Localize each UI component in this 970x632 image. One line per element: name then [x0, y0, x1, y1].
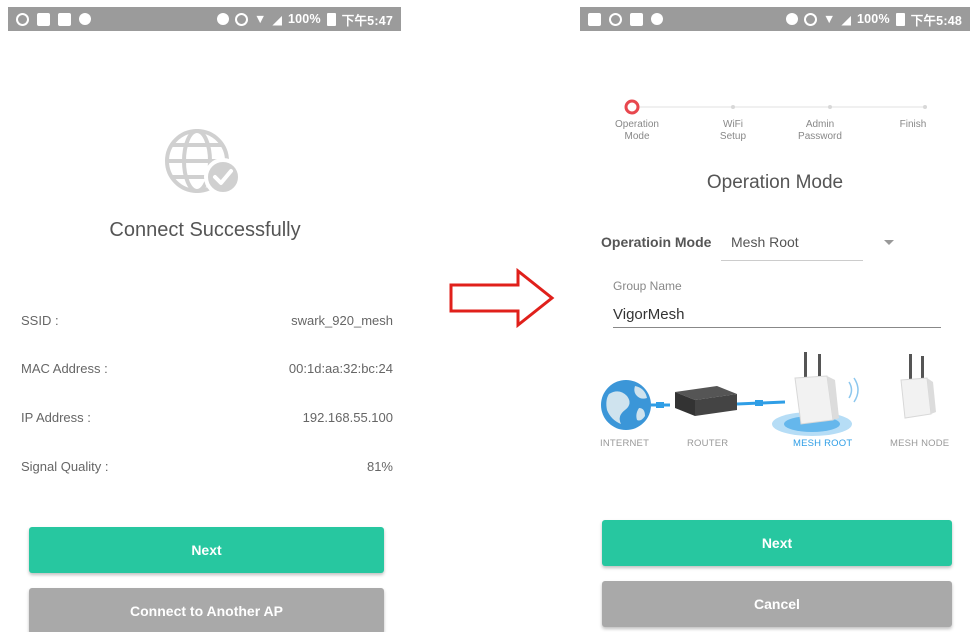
phone-screen-operation-mode: ▼ ◢ 100% 下午5:48 Operation Mode WiFi Setup …	[580, 0, 970, 632]
status-time: 下午5:47	[341, 13, 393, 28]
operation-mode-select[interactable]: Mesh Root	[731, 234, 799, 250]
connect-another-ap-button[interactable]: Connect to Another AP	[29, 588, 384, 632]
wifi-icon: ▼	[254, 12, 267, 26]
step-dot	[828, 105, 832, 109]
alarm-icon	[16, 12, 29, 26]
group-name-label: Group Name	[613, 279, 682, 293]
page-title: Connect Successfully	[109, 219, 301, 241]
status-bar: ▼ ◢ 100% 下午5:48	[580, 7, 970, 31]
setup-stepper: Operation Mode WiFi Setup Admin Password Fi…	[580, 97, 970, 157]
ip-row: IP Address : 192.168.55.100	[21, 410, 393, 425]
step-admin-password[interactable]: Admin Password	[785, 119, 855, 143]
ssid-value: swark_920_mesh	[291, 313, 393, 328]
router-icon	[675, 386, 737, 416]
globe-check-icon	[165, 129, 242, 196]
mesh-root-device-icon	[794, 352, 839, 425]
mesh-node-label[interactable]: MESH NODE	[890, 438, 949, 449]
cancel-button[interactable]: Cancel	[602, 581, 952, 627]
page-title: Operation Mode	[706, 172, 844, 193]
ssid-label: SSID :	[21, 313, 59, 328]
battery-icon	[895, 12, 905, 26]
mac-value: 00:1d:aa:32:bc:24	[288, 361, 393, 376]
mesh-node-device-icon	[900, 354, 936, 419]
wifi-icon: ▼	[823, 12, 836, 26]
step-dot	[923, 105, 927, 109]
dropdown-arrow-icon[interactable]	[884, 240, 894, 245]
alarm-clock-icon	[235, 12, 248, 26]
ssid-row: SSID : swark_920_mesh	[21, 313, 393, 328]
signal-value: 81%	[366, 459, 393, 474]
dnd-icon	[786, 13, 798, 25]
dnd-icon	[217, 13, 229, 25]
mac-row: MAC Address : 00:1d:aa:32:bc:24	[21, 361, 393, 376]
battery-icon	[326, 12, 336, 26]
next-button[interactable]: Next	[29, 527, 384, 573]
wireless-waves-icon	[848, 377, 859, 403]
signal-row: Signal Quality : 81%	[21, 459, 393, 474]
signal-icon: ◢	[841, 12, 851, 27]
app-icon	[58, 12, 71, 26]
alarm-icon	[609, 12, 622, 26]
status-time: 下午5:48	[910, 13, 962, 28]
group-name-input[interactable]	[613, 302, 941, 328]
gallery-icon	[588, 12, 601, 26]
next-button[interactable]: Next	[602, 520, 952, 566]
ip-value: 192.168.55.100	[302, 410, 393, 425]
stepper-track	[624, 99, 927, 115]
status-bar: ▼ ◢ 100% 下午5:47	[8, 7, 401, 31]
operation-mode-label: Operatioin Mode	[601, 234, 712, 250]
alarm-clock-icon	[804, 12, 817, 26]
mac-label: MAC Address :	[21, 361, 108, 376]
select-underline	[721, 260, 863, 261]
mesh-root-label[interactable]: MESH ROOT	[793, 438, 852, 449]
step-wifi-setup[interactable]: WiFi Setup	[698, 119, 768, 143]
step-operation-mode[interactable]: Operation Mode	[602, 119, 672, 143]
step-dot-active	[624, 99, 640, 115]
record-icon	[79, 13, 91, 25]
ip-label: IP Address :	[21, 410, 91, 425]
step-finish[interactable]: Finish	[878, 119, 948, 131]
phone-screen-connect: ▼ ◢ 100% 下午5:47 Connect Successfully SSI…	[0, 0, 410, 632]
battery-percent: 100%	[288, 12, 321, 26]
step-dot	[731, 105, 735, 109]
gallery-icon	[37, 12, 50, 26]
signal-label: Signal Quality :	[21, 459, 109, 474]
right-arrow-icon	[449, 268, 555, 328]
router-label: ROUTER	[687, 438, 729, 449]
internet-label: INTERNET	[600, 438, 650, 449]
app-icon	[630, 12, 643, 26]
signal-icon: ◢	[272, 12, 282, 27]
battery-percent: 100%	[857, 12, 890, 26]
record-icon	[651, 13, 663, 25]
internet-globe-icon	[601, 380, 651, 430]
